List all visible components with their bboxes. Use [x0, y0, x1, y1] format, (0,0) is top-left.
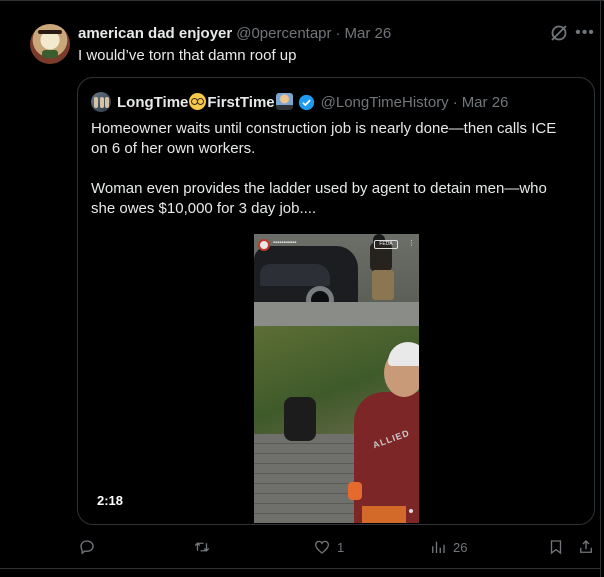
share-button[interactable] — [577, 537, 595, 557]
video-thumbnail[interactable]: ALLIED ▪▪▪▪▪▪▪▪▪▪▪ FEDA ⋮ — [254, 234, 419, 523]
author-avatar[interactable] — [30, 24, 70, 64]
reply-icon — [80, 540, 94, 555]
quoted-header-separator: · — [452, 93, 458, 111]
video-overlay-button: FEDA — [374, 240, 398, 249]
video-overlay-name: ▪▪▪▪▪▪▪▪▪▪▪ — [273, 240, 297, 246]
reply-button[interactable] — [78, 537, 96, 557]
author-display-name[interactable]: american dad enjoyer — [78, 25, 232, 42]
quoted-author-handle[interactable]: @LongTimeHistory — [321, 94, 449, 111]
share-icon — [580, 540, 592, 553]
quoted-paragraph-1: Homeowner waits until construction job i… — [91, 120, 557, 157]
bottom-divider — [0, 568, 600, 569]
worker-image — [354, 392, 419, 523]
quoted-tweet-date[interactable]: Mar 26 — [462, 94, 509, 111]
quoted-tweet[interactable]: LongTime FirstTime @LongTimeHistory · Mar… — [77, 77, 595, 525]
heart-icon — [314, 540, 330, 554]
top-divider — [0, 0, 604, 1]
video-overlay-more-icon: ⋮ — [408, 240, 415, 247]
right-divider — [600, 0, 601, 577]
header-separator: · — [335, 24, 341, 42]
quoted-name-part-2: FirstTime — [207, 94, 275, 111]
tweet-text: I would’ve torn that damn roof up — [78, 47, 297, 64]
quoted-paragraph-2: Woman even provides the ladder used by a… — [91, 180, 547, 217]
verified-badge-icon[interactable] — [298, 94, 315, 111]
views-button[interactable]: 26 — [429, 537, 467, 557]
quoted-author-name[interactable]: LongTime FirstTime — [117, 93, 294, 111]
quoted-name-part-1: LongTime — [117, 94, 189, 111]
views-icon — [432, 541, 445, 553]
quoted-tweet-text: Homeowner waits until construction job i… — [91, 119, 586, 239]
like-count: 1 — [337, 539, 345, 555]
video-overlay-dot — [409, 509, 413, 513]
like-button[interactable]: 1 — [313, 537, 344, 557]
author-handle[interactable]: @0percentapr — [236, 25, 331, 42]
views-count: 26 — [453, 539, 468, 555]
technologist-emoji-icon — [275, 93, 293, 110]
bookmark-icon — [550, 540, 562, 555]
more-options-icon[interactable]: ••• — [574, 23, 596, 43]
nerd-face-emoji-icon — [189, 93, 207, 110]
grok-icon[interactable] — [549, 23, 569, 43]
repost-icon — [194, 542, 210, 552]
video-overlay-avatar — [258, 239, 270, 251]
tweet-date[interactable]: Mar 26 — [345, 25, 392, 42]
repost-button[interactable] — [193, 537, 211, 557]
video-duration: 2:18 — [97, 493, 124, 508]
quoted-author-avatar[interactable] — [91, 92, 111, 112]
bookmark-button[interactable] — [547, 537, 565, 557]
tweet-header: american dad enjoyer @0percentapr · Mar … — [78, 24, 391, 42]
quoted-tweet-header: LongTime FirstTime @LongTimeHistory · Mar… — [117, 92, 508, 112]
